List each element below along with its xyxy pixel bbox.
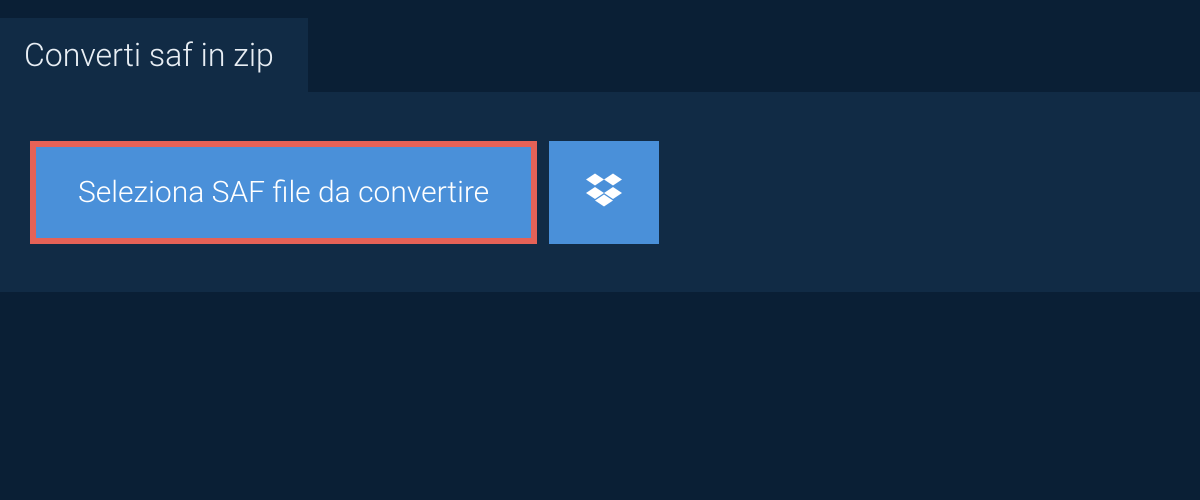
select-file-button[interactable]: Seleziona SAF file da convertire [30, 141, 537, 244]
select-file-label: Seleziona SAF file da convertire [78, 175, 489, 210]
tab-title: Converti saf in zip [0, 18, 308, 92]
action-panel: Seleziona SAF file da convertire [0, 92, 1200, 292]
dropbox-icon [586, 172, 622, 212]
button-group: Seleziona SAF file da convertire [30, 141, 659, 244]
converter-widget: Converti saf in zip Seleziona SAF file d… [0, 0, 1200, 500]
tab-title-text: Converti saf in zip [24, 36, 274, 74]
dropbox-button[interactable] [549, 141, 659, 244]
